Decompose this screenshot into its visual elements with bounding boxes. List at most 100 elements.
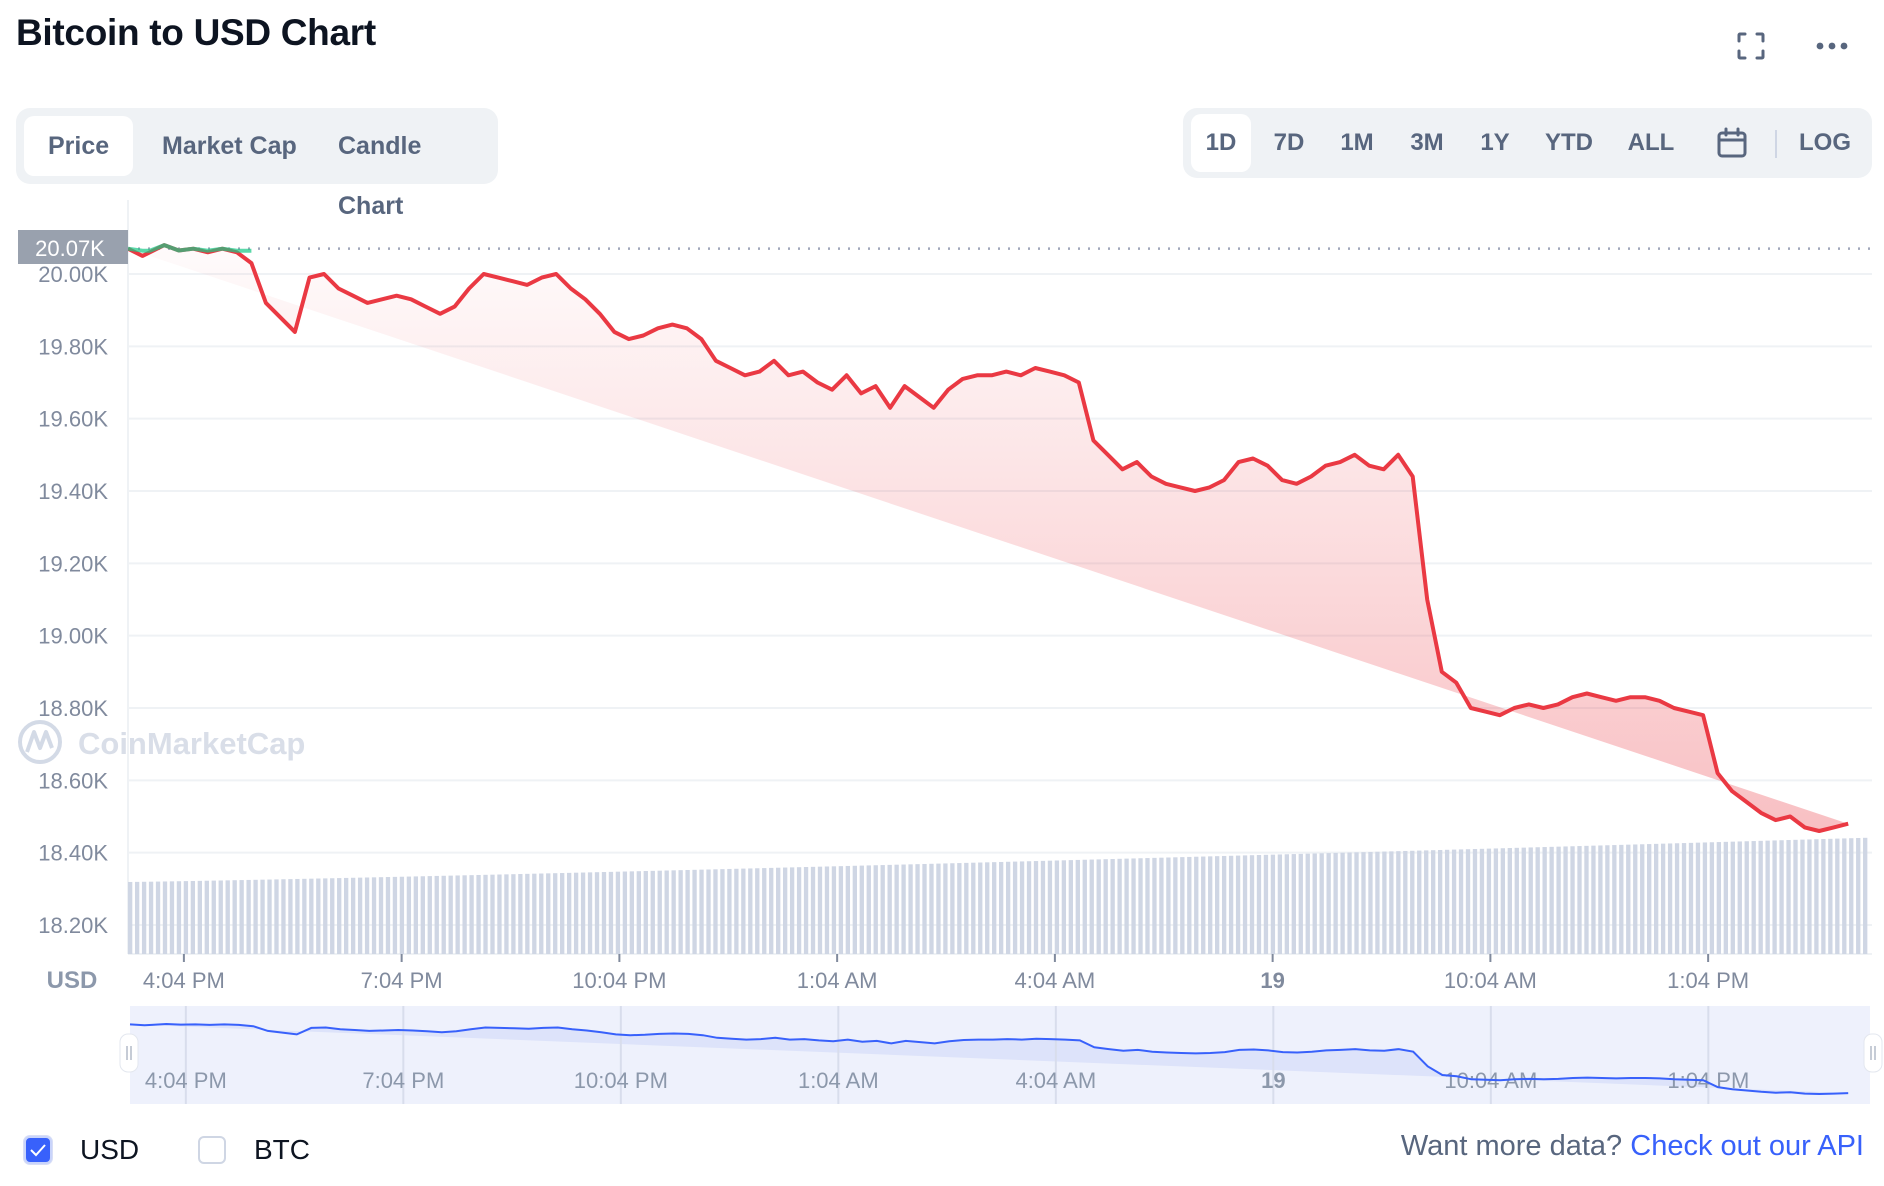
volume-bar xyxy=(929,863,934,954)
volume-bar xyxy=(1340,852,1345,954)
volume-bar xyxy=(1215,856,1220,954)
navigator-left-handle[interactable] xyxy=(119,1033,139,1073)
volume-bar xyxy=(1089,859,1094,954)
volume-bar xyxy=(1591,845,1596,954)
navigator-right-handle[interactable] xyxy=(1863,1033,1883,1073)
volume-bar xyxy=(1417,850,1422,954)
volume-bar xyxy=(720,869,725,954)
volume-bar xyxy=(908,864,913,954)
volume-bar xyxy=(399,876,405,954)
price-chart[interactable]: CoinMarketCap 20.00K 19.80K 19.60K 19.40K 19… xyxy=(0,0,1884,1120)
volume-bar xyxy=(1751,841,1756,954)
volume-bar xyxy=(1660,843,1666,954)
volume-bar xyxy=(1082,859,1087,954)
volume-bar xyxy=(218,880,223,954)
volume-bar xyxy=(573,872,579,954)
volume-bar xyxy=(1263,854,1269,954)
volume-bar xyxy=(1842,838,1847,954)
volume-bar xyxy=(1424,850,1429,954)
volume-bar xyxy=(1382,851,1387,954)
volume-bar xyxy=(560,873,565,954)
volume-bar xyxy=(622,871,628,954)
volume-bar xyxy=(1598,845,1603,954)
volume-bar xyxy=(1208,856,1213,954)
volume-bar xyxy=(643,871,648,954)
y-tick-label: 19.00K xyxy=(38,624,108,649)
volume-bar xyxy=(1479,848,1485,954)
volume-bar xyxy=(1201,856,1206,954)
volume-bar xyxy=(1131,858,1136,954)
volume-bar xyxy=(587,872,593,954)
volume-bar xyxy=(1298,853,1303,954)
volume-bar xyxy=(713,869,718,954)
y-tick-label: 18.60K xyxy=(38,768,108,793)
volume-bar xyxy=(281,879,286,954)
open-price-badge: 20.07K xyxy=(18,230,128,264)
volume-bar xyxy=(1667,843,1673,954)
volume-bar xyxy=(1821,839,1826,954)
navigator-tick-label: 1:04 AM xyxy=(798,1068,879,1093)
volume-bars xyxy=(128,837,1868,954)
volume-bar xyxy=(1410,850,1415,954)
volume-bar xyxy=(1389,851,1394,954)
volume-bar xyxy=(225,880,230,954)
api-link[interactable]: Check out our API xyxy=(1630,1130,1864,1162)
volume-bar xyxy=(971,862,976,954)
btc-checkbox[interactable] xyxy=(198,1136,226,1164)
legend-usd[interactable]: USD xyxy=(24,1130,139,1170)
volume-bar xyxy=(1772,840,1777,954)
volume-bar xyxy=(776,867,781,954)
volume-bar xyxy=(1194,856,1199,954)
volume-bar xyxy=(1765,840,1770,954)
volume-bar xyxy=(803,867,809,954)
volume-bar xyxy=(769,867,774,954)
volume-bar xyxy=(1709,842,1715,954)
volume-bar xyxy=(1326,853,1331,954)
volume-bar xyxy=(518,874,523,954)
volume-bar xyxy=(1124,858,1129,954)
volume-bar xyxy=(525,873,530,954)
volume-bar xyxy=(330,878,335,954)
volume-bar xyxy=(957,863,962,954)
volume-bar xyxy=(1612,845,1617,954)
volume-bar xyxy=(392,876,398,954)
checkmark-icon xyxy=(30,1144,46,1157)
volume-bar xyxy=(782,867,788,954)
navigator-tick-label: 10:04 PM xyxy=(574,1068,668,1093)
volume-bar xyxy=(1542,847,1547,954)
volume-bar xyxy=(504,874,509,954)
volume-bar xyxy=(1535,847,1540,954)
volume-bar xyxy=(337,878,342,954)
legend-btc[interactable]: BTC xyxy=(198,1130,310,1170)
y-tick-label: 19.20K xyxy=(38,551,108,576)
volume-bar xyxy=(483,874,488,954)
volume-bar xyxy=(1138,858,1143,954)
volume-bar xyxy=(1514,847,1519,954)
y-tick-label: 18.40K xyxy=(38,841,108,866)
volume-bar xyxy=(1437,849,1443,954)
x-tick-label: 1:04 AM xyxy=(797,968,878,993)
volume-bar xyxy=(1228,855,1234,954)
volume-bar xyxy=(992,862,997,954)
volume-bar xyxy=(176,881,182,954)
volume-bar xyxy=(190,880,196,954)
volume-bar xyxy=(1068,860,1074,954)
usd-checkbox[interactable] xyxy=(24,1136,52,1164)
volume-bar xyxy=(462,875,467,954)
navigator-tick-label: 4:04 AM xyxy=(1015,1068,1096,1093)
volume-bar xyxy=(845,865,851,954)
x-axis: 4:04 PM 7:04 PM 10:04 PM 1:04 AM 4:04 AM 19 10… xyxy=(143,954,1749,993)
navigator-tick-label: 19 xyxy=(1261,1068,1285,1093)
volume-bar xyxy=(1396,851,1401,954)
volume-bar xyxy=(1633,844,1638,954)
volume-bar xyxy=(420,876,425,954)
y-tick-label: 18.80K xyxy=(38,696,108,721)
volume-bar xyxy=(1005,861,1011,954)
volume-bar xyxy=(1626,844,1631,954)
volume-bar xyxy=(1061,860,1067,954)
volume-bar xyxy=(1096,859,1101,954)
volume-bar xyxy=(344,877,349,954)
volume-bar xyxy=(748,868,753,954)
volume-bar xyxy=(1152,857,1157,954)
volume-bar xyxy=(678,870,683,954)
